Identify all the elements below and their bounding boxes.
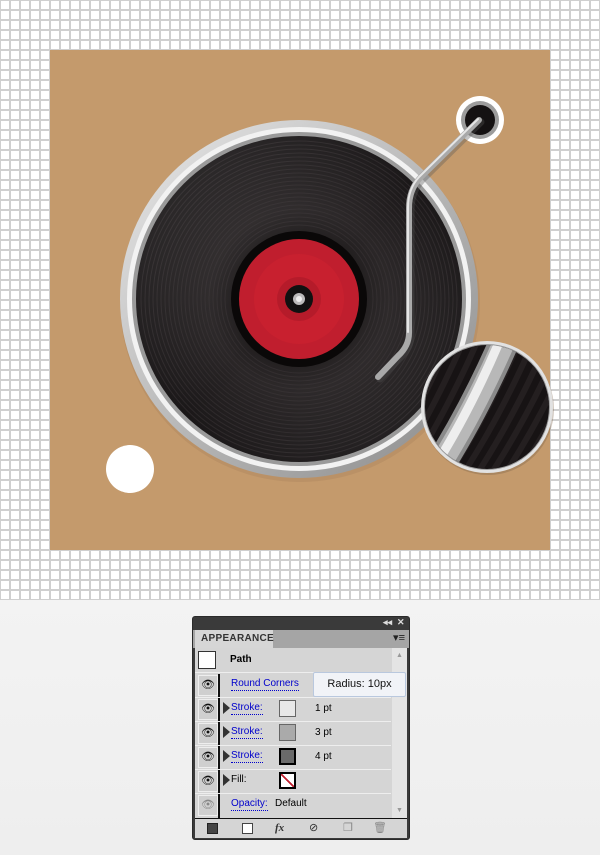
visibility-eye-icon[interactable]: 👁 [198,675,218,696]
turntable-illustration [50,50,600,550]
object-thumbnail [198,651,216,669]
appearance-panel: ◂◂ ✕ APPEARANCE ▾≡ Path 👁 Round Corners … [192,616,410,840]
stroke-link[interactable]: Stroke: [231,702,263,715]
object-type-label: Path [230,654,252,665]
stroke-weight[interactable]: 3 pt [315,727,332,738]
magnified-groove [571,340,600,480]
scroll-up-icon[interactable]: ▲ [396,652,403,659]
duplicate-item-icon[interactable]: ❐ [343,821,353,835]
new-fill-icon[interactable] [242,823,253,834]
fill-row[interactable]: 👁 Fill: [195,769,391,794]
fx-icon[interactable]: fx [275,821,284,835]
magnified-groove [557,340,600,480]
fill-none-swatch[interactable] [279,772,296,789]
visibility-eye-icon[interactable]: 👁 [198,723,218,744]
stroke-swatch[interactable] [279,724,296,741]
clear-appearance-icon[interactable]: ⊘ [309,821,318,835]
visibility-eye-icon[interactable]: 👁 [198,699,218,720]
new-stroke-icon[interactable] [207,823,218,834]
stroke-row-3[interactable]: 👁 Stroke: 4 pt [195,745,391,770]
expand-triangle-icon[interactable] [223,726,230,738]
round-corners-link[interactable]: Round Corners [231,678,299,691]
panel-titlebar[interactable]: ◂◂ ✕ [193,617,409,629]
close-icon[interactable]: ✕ [397,617,405,628]
fill-label: Fill: [231,774,247,785]
panel-menu-icon[interactable]: ▾≡ [393,631,405,644]
stroke-link[interactable]: Stroke: [231,726,263,739]
expand-triangle-icon[interactable] [223,702,230,714]
collapse-icon[interactable]: ◂◂ [383,617,392,628]
visibility-eye-icon[interactable]: 👁 [198,795,218,816]
stroke-row-2[interactable]: 👁 Stroke: 3 pt [195,721,391,746]
start-button [106,445,154,493]
opacity-link[interactable]: Opacity: [231,798,268,811]
stroke-weight[interactable]: 4 pt [315,751,332,762]
expand-triangle-icon[interactable] [223,774,230,786]
visibility-eye-icon[interactable]: 👁 [198,771,218,792]
expand-triangle-icon[interactable] [223,750,230,762]
opacity-value: Default [275,798,307,809]
stroke-swatch[interactable] [279,700,296,717]
panel-tab-row: APPEARANCE ▾≡ [193,630,409,648]
delete-icon[interactable]: 🗑 [373,821,387,835]
tab-appearance[interactable]: APPEARANCE [195,630,274,648]
stroke-row-1[interactable]: 👁 Stroke: 1 pt [195,697,391,722]
object-row[interactable]: Path [195,648,391,673]
scroll-down-icon[interactable]: ▼ [396,807,403,814]
stroke-swatch[interactable] [279,748,296,765]
radius-tooltip: Radius: 10px [313,672,406,697]
opacity-row[interactable]: 👁 Opacity: Default [195,793,391,817]
stroke-weight[interactable]: 1 pt [315,703,332,714]
panel-footer: fx ⊘ ❐ 🗑 [195,818,407,838]
stroke-link[interactable]: Stroke: [231,750,263,763]
visibility-eye-icon[interactable]: 👁 [198,747,218,768]
spindle-tip [296,296,302,302]
